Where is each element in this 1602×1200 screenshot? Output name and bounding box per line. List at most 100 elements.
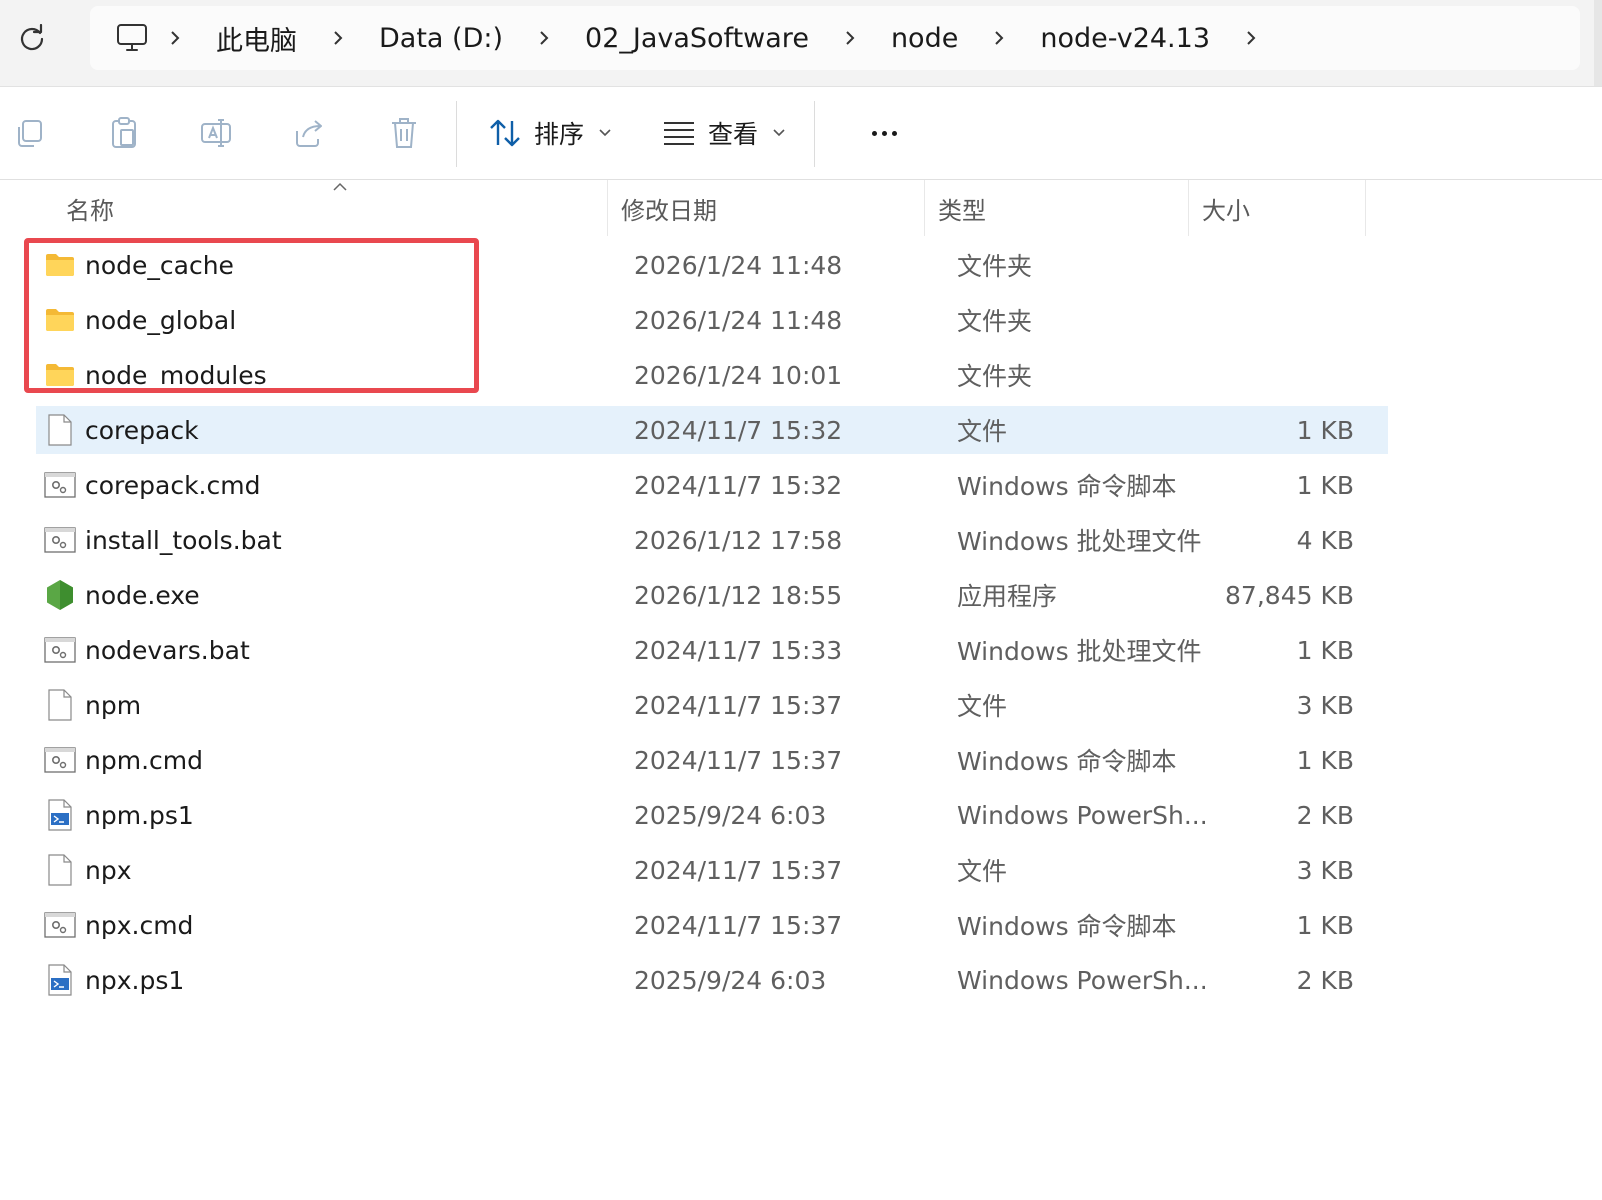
file-row[interactable]: install_tools.bat 2026/1/12 17:58 Windows … bbox=[36, 516, 1388, 564]
file-type: 文件 bbox=[957, 857, 1008, 886]
column-header: 名称 修改日期 类型 大小 bbox=[0, 180, 1400, 236]
column-name[interactable]: 名称 bbox=[52, 180, 607, 236]
more-dot-icon bbox=[871, 130, 877, 136]
file-row[interactable]: npx 2024/11/7 15:37 文件 3 KB bbox=[36, 846, 1388, 894]
chevron-right-icon[interactable] bbox=[315, 18, 361, 58]
file-row[interactable]: corepack.cmd 2024/11/7 15:32 Windows 命令脚本 1… bbox=[36, 461, 1388, 509]
file-row[interactable]: npm.cmd 2024/11/7 15:37 Windows 命令脚本 1 KB bbox=[36, 736, 1388, 784]
toolbar-divider bbox=[456, 101, 457, 167]
file-name: node_cache bbox=[85, 250, 234, 280]
more-options-button[interactable] bbox=[860, 109, 908, 157]
delete-button[interactable] bbox=[384, 113, 424, 153]
file-date: 2026/1/24 11:48 bbox=[634, 305, 843, 335]
breadcrumb-item-javasoftware[interactable]: 02_JavaSoftware bbox=[567, 23, 827, 54]
window-edge bbox=[1594, 0, 1602, 86]
paste-button[interactable] bbox=[104, 113, 144, 153]
file-row[interactable]: npx.ps1 2025/9/24 6:03 Windows PowerSh... 2… bbox=[36, 956, 1388, 1004]
file-type: Windows 命令脚本 bbox=[957, 472, 1177, 501]
column-size-label: 大小 bbox=[1202, 196, 1250, 225]
powershell-icon bbox=[44, 791, 76, 839]
file-type: Windows PowerSh... bbox=[957, 965, 1208, 995]
file-name: npx.cmd bbox=[85, 910, 194, 940]
view-label: 查看 bbox=[708, 120, 759, 149]
file-icon bbox=[44, 681, 76, 729]
file-size: 1 KB bbox=[1296, 910, 1354, 940]
file-row[interactable]: node_cache 2026/1/24 11:48 文件夹 bbox=[36, 241, 1388, 289]
view-button[interactable]: 查看 bbox=[662, 109, 786, 157]
node-exe-icon bbox=[44, 571, 76, 619]
file-date: 2025/9/24 6:03 bbox=[634, 800, 827, 830]
file-date: 2025/9/24 6:03 bbox=[634, 965, 827, 995]
breadcrumb-item-node[interactable]: node bbox=[873, 23, 976, 54]
column-size[interactable]: 大小 bbox=[1188, 180, 1365, 236]
copy-button[interactable] bbox=[10, 113, 50, 153]
breadcrumb[interactable]: 此电脑 Data (D:) 02_JavaSoftware node node-… bbox=[90, 6, 1580, 70]
file-row[interactable]: npm 2024/11/7 15:37 文件 3 KB bbox=[36, 681, 1388, 729]
file-size: 1 KB bbox=[1296, 470, 1354, 500]
file-date: 2026/1/24 11:48 bbox=[634, 250, 843, 280]
script-icon bbox=[44, 901, 76, 949]
file-name: corepack bbox=[85, 415, 199, 445]
column-name-label: 名称 bbox=[66, 196, 114, 225]
file-type: 应用程序 bbox=[957, 582, 1058, 611]
file-type: 文件 bbox=[957, 417, 1008, 446]
folder-icon bbox=[44, 296, 76, 344]
file-name: node.exe bbox=[85, 580, 200, 610]
file-icon bbox=[44, 846, 76, 894]
chevron-right-icon[interactable] bbox=[1228, 18, 1274, 58]
more-dot-icon bbox=[881, 130, 887, 136]
file-date: 2024/11/7 15:32 bbox=[634, 470, 843, 500]
file-name: nodevars.bat bbox=[85, 635, 250, 665]
file-name: npm.cmd bbox=[85, 745, 203, 775]
chevron-right-icon[interactable] bbox=[827, 18, 873, 58]
file-size: 1 KB bbox=[1296, 745, 1354, 775]
file-row[interactable]: nodevars.bat 2024/11/7 15:33 Windows 批处理文件… bbox=[36, 626, 1388, 674]
sort-button[interactable]: 排序 bbox=[488, 109, 612, 157]
refresh-button[interactable] bbox=[14, 20, 50, 56]
file-row[interactable]: npx.cmd 2024/11/7 15:37 Windows 命令脚本 1 KB bbox=[36, 901, 1388, 949]
breadcrumb-item-node-version[interactable]: node-v24.13 bbox=[1022, 23, 1228, 54]
file-date: 2024/11/7 15:37 bbox=[634, 910, 843, 940]
file-type: Windows 命令脚本 bbox=[957, 747, 1177, 776]
file-row[interactable]: node_global 2026/1/24 11:48 文件夹 bbox=[36, 296, 1388, 344]
column-type[interactable]: 类型 bbox=[924, 180, 1188, 236]
share-button[interactable] bbox=[290, 113, 330, 153]
share-icon bbox=[296, 120, 322, 147]
file-row[interactable]: node.exe 2026/1/12 18:55 应用程序 87,845 KB bbox=[36, 571, 1388, 619]
powershell-icon bbox=[44, 956, 76, 1004]
script-icon bbox=[44, 736, 76, 784]
sort-label: 排序 bbox=[534, 120, 585, 149]
command-bar: 排序 查看 bbox=[0, 87, 1602, 180]
file-type: 文件夹 bbox=[957, 252, 1033, 281]
copy-icon bbox=[18, 120, 42, 147]
file-size: 3 KB bbox=[1296, 855, 1354, 885]
rename-button[interactable] bbox=[196, 113, 236, 153]
file-type: 文件夹 bbox=[957, 362, 1033, 391]
file-name: npx.ps1 bbox=[85, 965, 185, 995]
this-pc-icon[interactable] bbox=[112, 18, 152, 58]
file-row[interactable]: corepack 2024/11/7 15:32 文件 1 KB bbox=[36, 406, 1388, 454]
file-size: 1 KB bbox=[1296, 415, 1354, 445]
file-row[interactable]: npm.ps1 2025/9/24 6:03 Windows PowerSh... 2… bbox=[36, 791, 1388, 839]
file-row[interactable]: node_modules 2026/1/24 10:01 文件夹 bbox=[36, 351, 1388, 399]
breadcrumb-item-drive-d[interactable]: Data (D:) bbox=[361, 23, 521, 54]
file-size: 1 KB bbox=[1296, 635, 1354, 665]
file-name: node_modules bbox=[85, 360, 267, 390]
breadcrumb-item-this-pc[interactable]: 此电脑 bbox=[198, 19, 315, 58]
file-size: 87,845 KB bbox=[1225, 580, 1354, 610]
toolbar-divider bbox=[814, 101, 815, 167]
column-divider[interactable] bbox=[1365, 180, 1366, 236]
trash-icon bbox=[392, 118, 416, 148]
column-date-label: 修改日期 bbox=[621, 196, 717, 225]
file-date: 2024/11/7 15:37 bbox=[634, 855, 843, 885]
column-date[interactable]: 修改日期 bbox=[607, 180, 924, 236]
chevron-right-icon[interactable] bbox=[521, 18, 567, 58]
file-name: install_tools.bat bbox=[85, 525, 282, 555]
chevron-right-icon[interactable] bbox=[152, 18, 198, 58]
file-type: Windows 批处理文件 bbox=[957, 637, 1202, 666]
file-name: node_global bbox=[85, 305, 237, 335]
file-name: npm.ps1 bbox=[85, 800, 194, 830]
folder-icon bbox=[44, 351, 76, 399]
chevron-right-icon[interactable] bbox=[976, 18, 1022, 58]
chevron-down-icon bbox=[773, 129, 785, 137]
